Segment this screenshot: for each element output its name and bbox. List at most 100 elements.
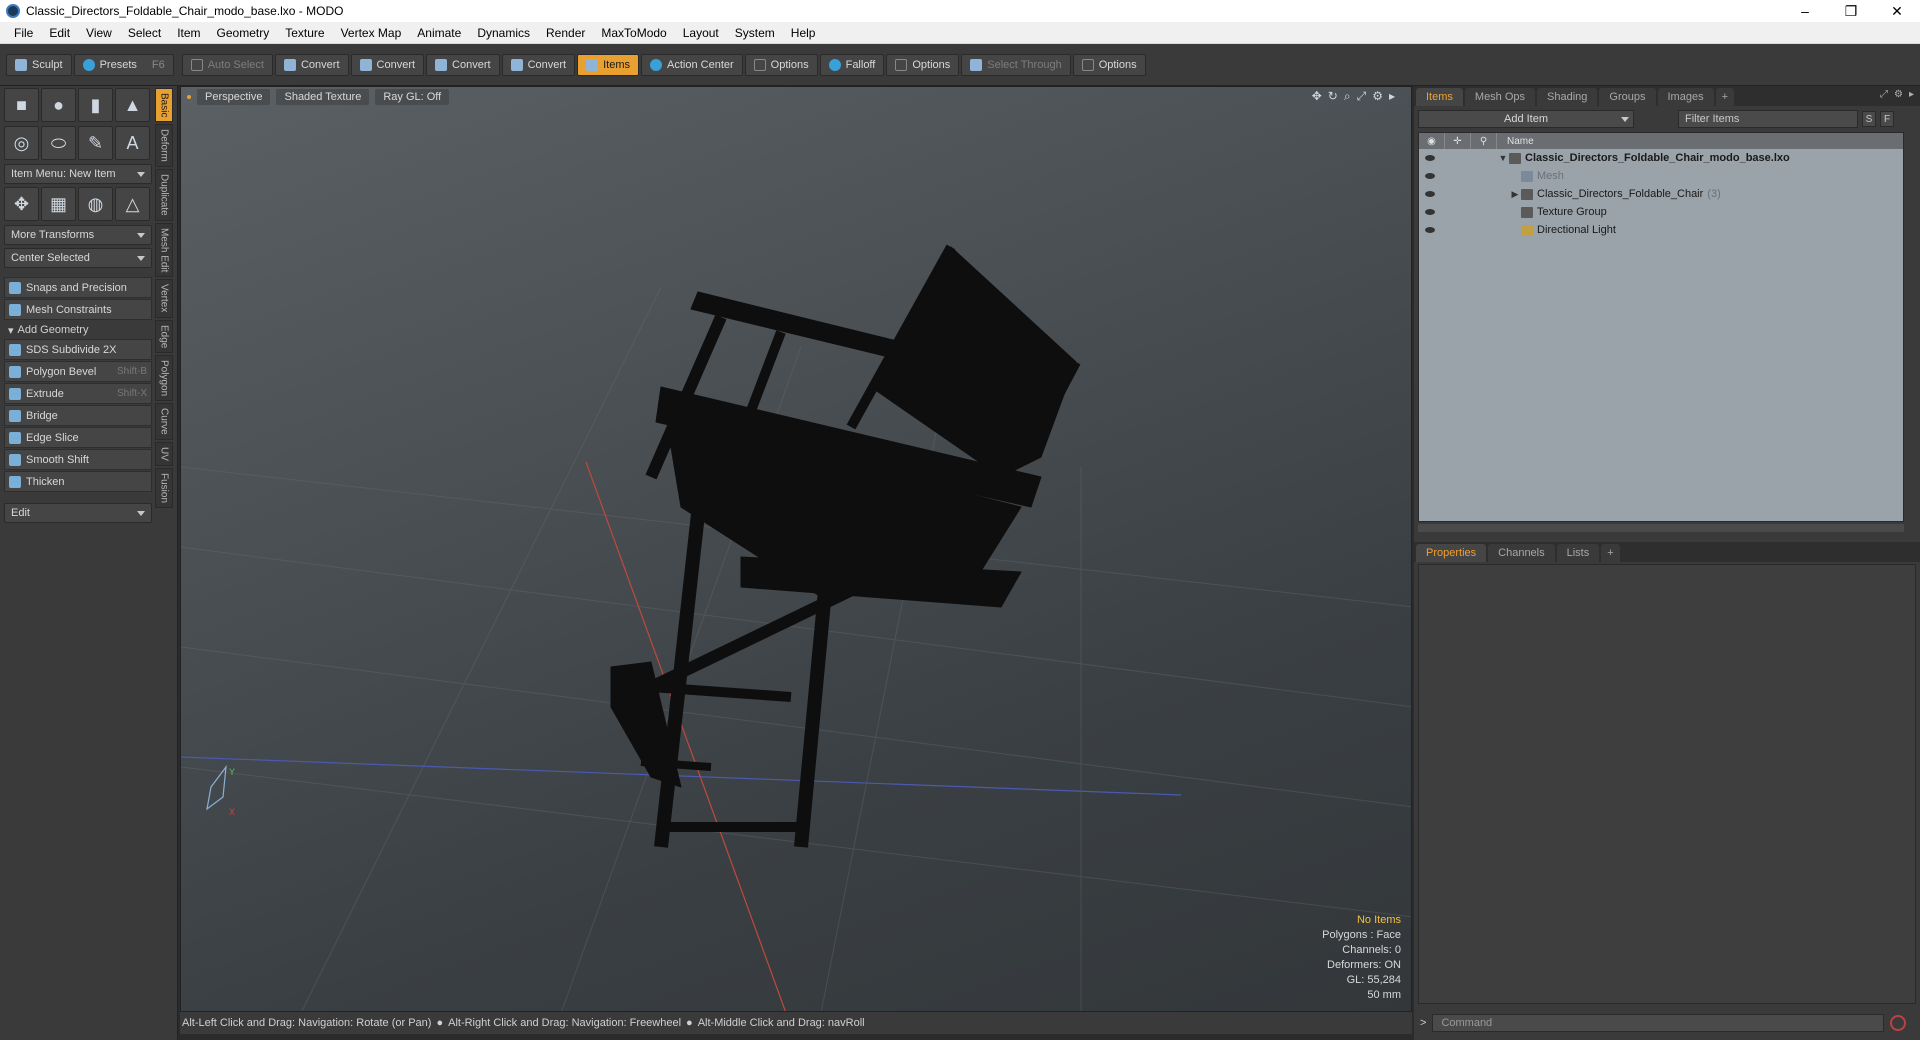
f-filter-button[interactable]: F [1880, 111, 1894, 127]
menu-edit[interactable]: Edit [41, 26, 78, 40]
viewport-menu-dot-icon[interactable] [187, 95, 191, 99]
restore-button[interactable]: ❐ [1828, 0, 1874, 22]
viewport-scene[interactable]: Y X [181, 87, 1412, 1012]
vtab-edge[interactable]: Edge [155, 319, 173, 354]
add-item-dropdown[interactable]: Add Item [1418, 110, 1634, 128]
vtab-polygon[interactable]: Polygon [155, 355, 173, 402]
select-through-button[interactable]: Select Through [961, 53, 1071, 76]
menu-geometry[interactable]: Geometry [209, 26, 278, 40]
tree-item-chair-group[interactable]: ▶ Classic_Directors_Foldable_Chair (3) [1419, 185, 1903, 203]
menu-item[interactable]: Item [169, 26, 208, 40]
grid-icon[interactable]: ▦ [41, 187, 76, 221]
zoom-icon[interactable]: ⌕ [1344, 89, 1351, 104]
pan-icon[interactable]: ✥ [1312, 89, 1322, 104]
transform-icon[interactable]: ✥ [4, 187, 39, 221]
shading-mode-button[interactable]: Shaded Texture [276, 89, 370, 105]
globe-icon[interactable]: ◍ [78, 187, 113, 221]
menu-select[interactable]: Select [120, 26, 169, 40]
convert-edges-button[interactable]: Convert [350, 53, 425, 76]
tree-item-scene[interactable]: ▼ Classic_Directors_Foldable_Chair_modo_… [1419, 149, 1903, 167]
add-geometry-section[interactable]: ▾ Add Geometry [4, 321, 152, 339]
visibility-column-icon[interactable]: ◉ [1419, 133, 1445, 149]
mesh-constraints-button[interactable]: Mesh Constraints [4, 299, 152, 320]
auto-select-button[interactable]: Auto Select [181, 53, 273, 76]
tree-item-texture-group[interactable]: Texture Group [1419, 203, 1903, 221]
eye-icon[interactable] [1419, 173, 1441, 179]
select-through-options-button[interactable]: Options [1072, 53, 1146, 76]
settings-gear-icon[interactable]: ⚙ [1372, 89, 1383, 104]
text-icon[interactable]: A [115, 126, 150, 160]
eye-icon[interactable] [1419, 191, 1441, 197]
vtab-uv[interactable]: UV [155, 441, 173, 466]
name-column-header[interactable]: Name [1497, 136, 1534, 147]
gear-icon[interactable]: ⚙ [1894, 89, 1903, 100]
tab-channels[interactable]: Channels [1488, 544, 1555, 562]
view-perspective-button[interactable]: Perspective [197, 89, 271, 105]
lock-column-icon[interactable]: ✛ [1445, 133, 1471, 149]
record-icon[interactable] [1890, 1015, 1907, 1031]
expand-arrow-icon[interactable]: ▸ [1909, 89, 1914, 100]
minimize-button[interactable]: – [1782, 0, 1828, 22]
convert-items-button[interactable]: Convert [501, 53, 576, 76]
tab-properties[interactable]: Properties [1416, 544, 1487, 562]
menu-render[interactable]: Render [538, 26, 593, 40]
maximize-icon[interactable]: ⤢ [1880, 89, 1888, 100]
tool-sds-subdivide[interactable]: SDS Subdivide 2X [4, 339, 152, 360]
filter-items-input[interactable]: Filter Items [1678, 110, 1858, 128]
vtab-curve[interactable]: Curve [155, 403, 173, 440]
3d-viewport[interactable]: Y X Perspective Shaded Texture Ray GL: O… [180, 86, 1412, 1012]
tool-edge-slice[interactable]: Edge Slice [4, 427, 152, 448]
menu-dynamics[interactable]: Dynamics [469, 26, 538, 40]
raygl-button[interactable]: Ray GL: Off [375, 89, 450, 105]
torus-icon[interactable]: ◎ [4, 126, 39, 160]
tab-mesh-ops[interactable]: Mesh Ops [1464, 88, 1536, 106]
action-center-button[interactable]: Action Center [641, 53, 743, 76]
menu-maxtomodo[interactable]: MaxToModo [593, 26, 674, 40]
expand-arrow-icon[interactable]: ▶ [1509, 189, 1521, 200]
vtab-fusion[interactable]: Fusion [155, 467, 173, 508]
tab-images[interactable]: Images [1657, 88, 1714, 106]
cone-icon[interactable]: ▲ [115, 88, 150, 122]
eye-icon[interactable] [1419, 155, 1441, 161]
tab-items[interactable]: Items [1416, 88, 1463, 106]
pyramid-icon[interactable]: △ [115, 187, 150, 221]
menu-system[interactable]: System [727, 26, 783, 40]
cylinder-icon[interactable]: ▮ [78, 88, 113, 122]
fit-icon[interactable]: ⤢ [1357, 89, 1367, 104]
sphere-icon[interactable]: ● [41, 88, 76, 122]
vtab-duplicate[interactable]: Duplicate [155, 169, 173, 221]
eye-icon[interactable] [1419, 209, 1441, 215]
tool-thicken[interactable]: Thicken [4, 471, 152, 492]
tab-shading[interactable]: Shading [1537, 88, 1598, 106]
eye-icon[interactable] [1419, 227, 1441, 233]
tool-bridge[interactable]: Bridge [4, 405, 152, 426]
pen-icon[interactable]: ✎ [78, 126, 113, 160]
tool-extrude[interactable]: Extrude Shift-X [4, 383, 152, 404]
menu-layout[interactable]: Layout [675, 26, 727, 40]
menu-vertex-map[interactable]: Vertex Map [333, 26, 410, 40]
vtab-basic[interactable]: Basic [155, 88, 173, 123]
menu-help[interactable]: Help [783, 26, 824, 40]
add-tab-icon[interactable]: + [1715, 88, 1735, 106]
menu-view[interactable]: View [78, 26, 120, 40]
vtab-mesh-edit[interactable]: Mesh Edit [155, 222, 173, 278]
tree-item-directional-light[interactable]: Directional Light [1419, 221, 1903, 239]
menu-texture[interactable]: Texture [277, 26, 332, 40]
menu-animate[interactable]: Animate [409, 26, 469, 40]
cube-icon[interactable]: ■ [4, 88, 39, 122]
rotate-icon[interactable]: ↻ [1328, 89, 1338, 104]
tree-item-mesh[interactable]: Mesh [1419, 167, 1903, 185]
command-input[interactable]: Command [1432, 1014, 1885, 1032]
item-menu-dropdown[interactable]: Item Menu: New Item [4, 164, 152, 184]
tool-polygon-bevel[interactable]: Polygon Bevel Shift-B [4, 361, 152, 382]
close-button[interactable]: ✕ [1874, 0, 1920, 22]
convert-polygons-button[interactable]: Convert [426, 53, 500, 76]
items-mode-button[interactable]: Items [577, 53, 640, 76]
falloff-options-button[interactable]: Options [886, 53, 960, 76]
more-transforms-dropdown[interactable]: More Transforms [4, 225, 152, 245]
vtab-vertex[interactable]: Vertex [155, 279, 173, 318]
convert-vertices-button[interactable]: Convert [274, 53, 349, 76]
add-tab-icon[interactable]: + [1601, 544, 1620, 562]
tab-groups[interactable]: Groups [1599, 88, 1656, 106]
expand-arrow-icon[interactable]: ▼ [1497, 153, 1509, 163]
